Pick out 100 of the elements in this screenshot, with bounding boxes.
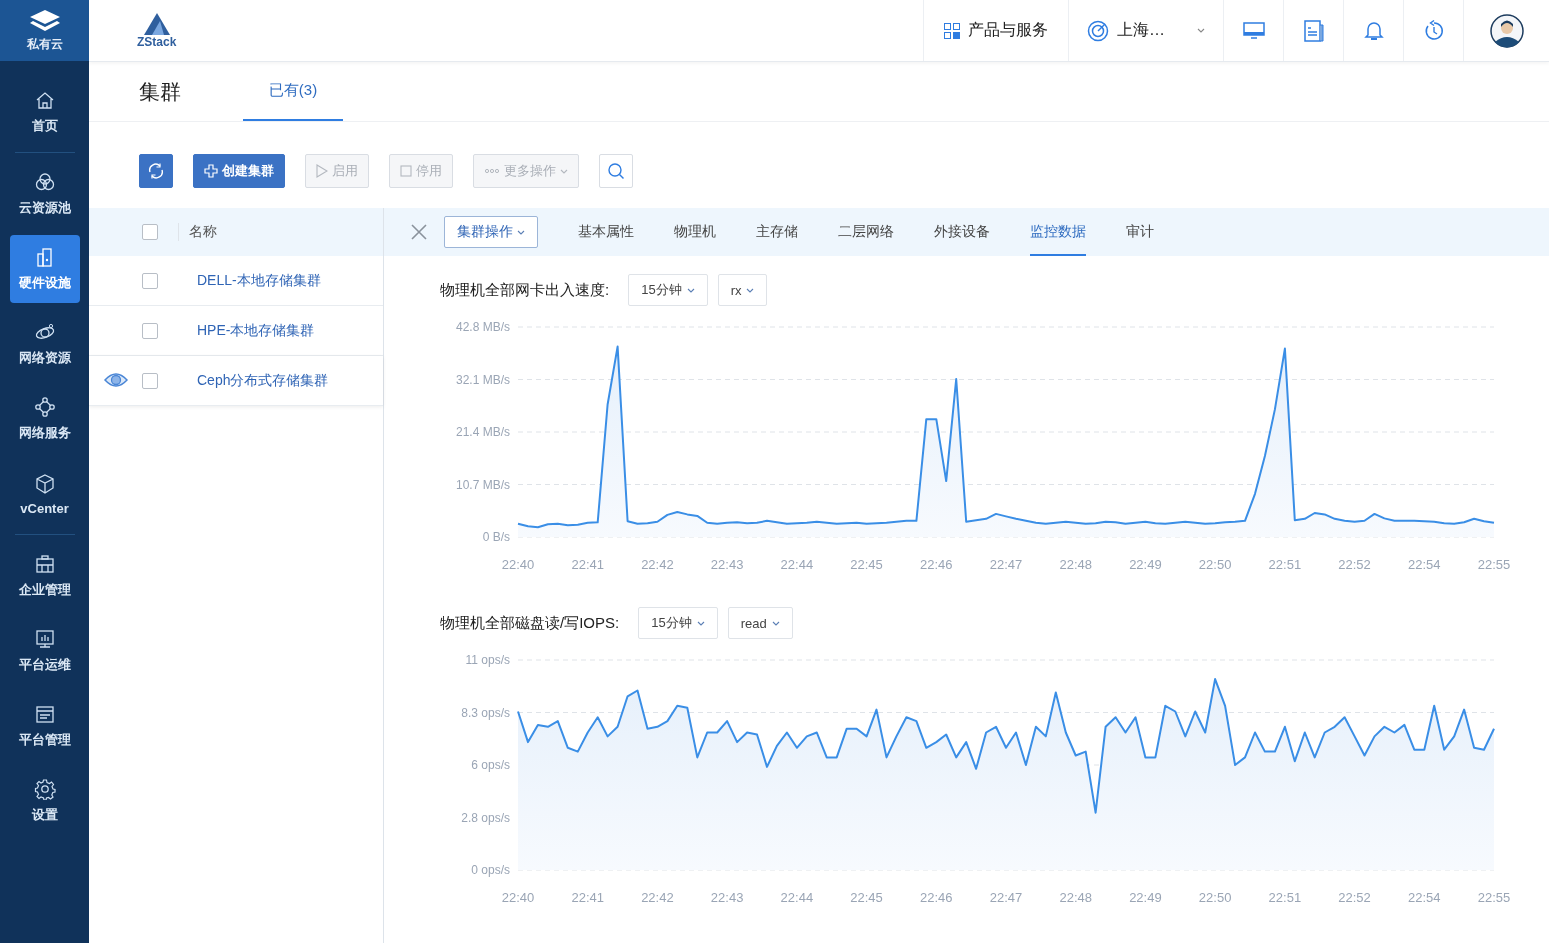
row-checkbox[interactable] [142, 272, 158, 289]
axis-label: 22:52 [1338, 890, 1371, 905]
actions-dropdown[interactable]: 集群操作 [444, 216, 538, 248]
circles-icon [33, 171, 56, 193]
sidebar-item[interactable]: vCenter [9, 460, 80, 528]
axis-label: 22:54 [1408, 557, 1441, 572]
network-icon [33, 396, 56, 418]
axis-label: 22:44 [780, 890, 814, 905]
row-checkbox[interactable] [142, 372, 158, 389]
page-tab[interactable]: 已有(3) [243, 62, 343, 121]
sidebar-item[interactable]: 云资源池 [9, 160, 80, 228]
axis-label: 6 ops/s [471, 758, 510, 772]
detail-tab[interactable]: 监控数据 [1030, 208, 1086, 256]
cluster-link[interactable]: DELL-本地存储集群 [197, 271, 321, 290]
detail-tab[interactable]: 物理机 [674, 208, 716, 256]
region-dropdown[interactable]: 上海… [1068, 0, 1223, 61]
brand-block[interactable]: 私有云 [0, 0, 89, 61]
logo-text: ZStack [137, 34, 177, 49]
axis-label: 22:43 [710, 557, 744, 572]
row-checkbox[interactable] [142, 322, 158, 339]
detail-tab[interactable]: 二层网络 [838, 208, 894, 256]
caret-icon [686, 287, 695, 293]
caret-icon [1197, 28, 1205, 33]
select-dropdown[interactable]: 15分钟 [638, 607, 718, 639]
axis-label: 22:51 [1268, 557, 1302, 572]
stop-icon [400, 165, 412, 177]
chart-title: 物理机全部磁盘读/写IOPS: [440, 613, 620, 633]
axis-label: 22:46 [920, 557, 953, 572]
briefcase-icon [33, 553, 56, 575]
monitor-icon [33, 628, 56, 650]
axis-label: 22:48 [1059, 890, 1092, 905]
create-button[interactable]: 创建集群 [193, 154, 285, 188]
axis-label: 22:46 [920, 890, 953, 905]
caret-icon [771, 620, 780, 626]
detail-tab[interactable]: 外接设备 [934, 208, 990, 256]
axis-label: 22:42 [641, 890, 674, 905]
chart-title: 物理机全部网卡出入速度: [440, 280, 610, 300]
sidebar-item[interactable]: 平台管理 [9, 692, 80, 760]
products-button[interactable]: 产品与服务 [923, 0, 1068, 61]
cube-icon [33, 472, 56, 495]
axis-label: 22:52 [1338, 557, 1371, 572]
select-all-checkbox[interactable] [142, 224, 158, 240]
axis-label: 22:49 [1129, 557, 1162, 572]
axis-label: 0 B/s [482, 530, 510, 544]
sidebar-item[interactable]: 硬件设施 [9, 235, 80, 303]
axis-label: 0 ops/s [471, 863, 510, 877]
caret-icon [560, 168, 568, 174]
list-row[interactable]: DELL-本地存储集群 [89, 256, 383, 306]
axis-label: 22:45 [850, 557, 883, 572]
select-dropdown[interactable]: 15分钟 [628, 274, 708, 306]
layers-icon [28, 8, 61, 33]
axis-label: 22:49 [1129, 890, 1162, 905]
eye-icon[interactable] [104, 372, 128, 388]
detail-tab[interactable]: 主存储 [756, 208, 798, 256]
axis-label: 22:50 [1198, 890, 1232, 905]
axis-label: 32.1 MB/s [455, 372, 510, 387]
axis-label: 22:55 [1477, 557, 1511, 572]
list-row[interactable]: Ceph分布式存储集群 [89, 356, 383, 406]
cluster-link[interactable]: Ceph分布式存储集群 [197, 371, 329, 390]
axis-label: 11 ops/s [465, 653, 510, 667]
axis-label: 22:51 [1268, 890, 1302, 905]
settings-icon [33, 778, 56, 800]
page-title: 集群 [139, 78, 182, 105]
search-icon [607, 162, 625, 180]
sidebar-item[interactable]: 设置 [9, 767, 80, 835]
sidebar-item[interactable]: 企业管理 [9, 542, 80, 610]
axis-label: 22:50 [1198, 557, 1232, 572]
logo-icon [143, 12, 170, 35]
axis-label: 22:42 [641, 557, 674, 572]
axis-label: 10.7 MB/s [455, 477, 510, 492]
select-dropdown[interactable]: rx [717, 274, 768, 306]
axis-label: 22:47 [989, 890, 1023, 905]
avatar[interactable] [1489, 13, 1524, 48]
search-button[interactable] [599, 154, 633, 188]
plus-icon [204, 164, 218, 178]
detail-tab[interactable]: 基本属性 [578, 208, 634, 256]
sidebar-item[interactable]: 首页 [9, 78, 80, 146]
sidebar-item[interactable]: 平台运维 [9, 617, 80, 685]
document-icon [1303, 19, 1324, 42]
refresh-button[interactable] [139, 154, 173, 188]
axis-label: 22:41 [571, 890, 604, 905]
cluster-link[interactable]: HPE-本地存储集群 [197, 321, 315, 340]
play-icon [316, 164, 328, 178]
axis-label: 22:48 [1059, 557, 1092, 572]
sidebar-item[interactable]: 网络资源 [9, 310, 80, 378]
detail-tab[interactable]: 审计 [1126, 208, 1154, 256]
target-icon [1087, 19, 1109, 42]
sidebar-item[interactable]: 网络服务 [9, 385, 80, 453]
axis-label: 22:43 [710, 890, 744, 905]
select-dropdown[interactable]: read [727, 607, 793, 639]
monitor-icon [1242, 21, 1265, 40]
axis-label: 21.4 MB/s [455, 425, 510, 439]
window-icon [33, 703, 56, 725]
axis-label: 22:41 [571, 557, 604, 572]
caret-icon [696, 620, 705, 626]
axis-label: 22:54 [1408, 890, 1441, 905]
brand-label: 私有云 [26, 35, 63, 53]
axis-label: 22:45 [850, 890, 883, 905]
refresh-icon [147, 162, 165, 180]
close-icon [411, 224, 427, 240]
